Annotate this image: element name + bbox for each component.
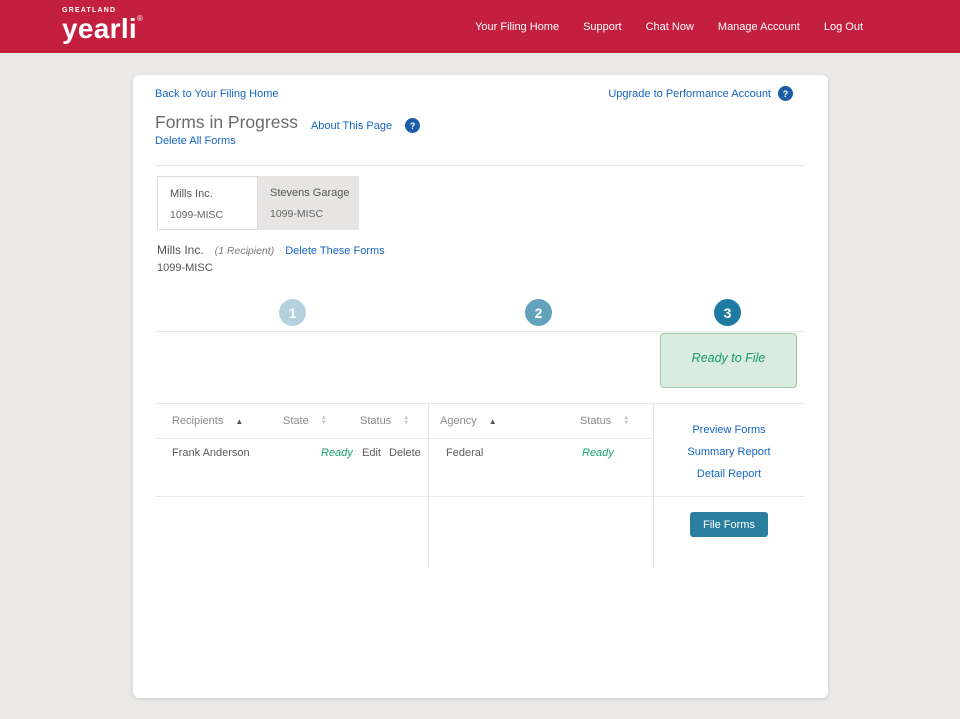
column-divider bbox=[428, 403, 429, 568]
registered-mark: ® bbox=[137, 14, 143, 23]
sort-asc-icon: ▲ bbox=[235, 417, 243, 426]
column-label: Recipients bbox=[172, 415, 223, 427]
edit-recipient-link[interactable]: Edit bbox=[362, 447, 381, 459]
step-2-badge: 2 bbox=[525, 299, 552, 326]
ready-to-file-banner: Ready to File bbox=[660, 333, 797, 388]
sort-icon: ▲ ▼ bbox=[623, 416, 629, 426]
delete-recipient-link[interactable]: Delete bbox=[389, 447, 421, 459]
row-divider bbox=[155, 496, 805, 497]
nav-support[interactable]: Support bbox=[583, 21, 622, 33]
title-row: Forms in Progress About This Page ? bbox=[155, 111, 420, 133]
nav-your-filing-home[interactable]: Your Filing Home bbox=[475, 21, 559, 33]
upgrade-performance-link[interactable]: Upgrade to Performance Account bbox=[608, 88, 771, 100]
header-underline bbox=[155, 438, 653, 439]
column-header-state[interactable]: State ▲ ▼ bbox=[283, 415, 327, 427]
help-icon[interactable]: ? bbox=[405, 118, 420, 133]
tab-stevens-garage[interactable]: Stevens Garage 1099-MISC bbox=[258, 176, 359, 230]
back-to-filing-home-link[interactable]: Back to Your Filing Home bbox=[155, 88, 279, 100]
agency-name: Federal bbox=[446, 447, 483, 459]
nav-chat-now[interactable]: Chat Now bbox=[646, 21, 694, 33]
column-header-status[interactable]: Status ▲ ▼ bbox=[360, 415, 409, 427]
forms-in-progress-card: Back to Your Filing Home Upgrade to Perf… bbox=[133, 75, 828, 698]
page-title: Forms in Progress bbox=[155, 112, 298, 133]
summary-report-link[interactable]: Summary Report bbox=[653, 446, 805, 458]
column-label: Status bbox=[580, 415, 611, 427]
preview-forms-link[interactable]: Preview Forms bbox=[653, 424, 805, 436]
caret-down-icon: ▼ bbox=[321, 421, 327, 426]
yearli-logo[interactable]: GREATLAND yearli® bbox=[62, 7, 143, 43]
divider bbox=[155, 331, 805, 332]
column-label: Status bbox=[360, 415, 391, 427]
delete-these-forms-link[interactable]: Delete These Forms bbox=[285, 245, 384, 257]
sort-icon: ▲ ▼ bbox=[403, 416, 409, 426]
column-header-agency-status[interactable]: Status ▲ ▼ bbox=[580, 415, 629, 427]
tab-company-label: Mills Inc. bbox=[170, 188, 257, 200]
company-name: Mills Inc. bbox=[157, 243, 204, 257]
top-nav: Your Filing Home Support Chat Now Manage… bbox=[475, 0, 863, 53]
caret-down-icon: ▼ bbox=[403, 421, 409, 426]
detail-report-link[interactable]: Detail Report bbox=[653, 468, 805, 480]
step-1-badge: 1 bbox=[279, 299, 306, 326]
tab-form-label: 1099-MISC bbox=[270, 208, 359, 220]
recipient-name: Frank Anderson bbox=[172, 447, 250, 459]
column-header-recipients[interactable]: Recipients ▲ bbox=[172, 415, 243, 427]
payer-tabs: Mills Inc. 1099-MISC Stevens Garage 1099… bbox=[157, 176, 359, 230]
sort-asc-icon: ▲ bbox=[489, 417, 497, 426]
help-icon[interactable]: ? bbox=[778, 86, 793, 101]
agency-status: Ready bbox=[582, 447, 614, 459]
column-header-agency[interactable]: Agency ▲ bbox=[440, 415, 497, 427]
nav-manage-account[interactable]: Manage Account bbox=[718, 21, 800, 33]
brand-yearli-label: yearli bbox=[62, 13, 137, 44]
selected-company-row: Mills Inc. (1 Recipient) Delete These Fo… bbox=[157, 243, 385, 257]
recipient-status: Ready bbox=[321, 447, 353, 459]
column-label: Agency bbox=[440, 415, 477, 427]
step-3-badge: 3 bbox=[714, 299, 741, 326]
caret-down-icon: ▼ bbox=[623, 421, 629, 426]
about-this-page-link[interactable]: About This Page bbox=[311, 120, 392, 132]
column-label: State bbox=[283, 415, 309, 427]
top-header: GREATLAND yearli® Your Filing Home Suppo… bbox=[0, 0, 960, 53]
tab-form-label: 1099-MISC bbox=[170, 209, 257, 221]
divider bbox=[155, 165, 805, 166]
delete-all-forms-link[interactable]: Delete All Forms bbox=[155, 135, 236, 147]
table-top-border bbox=[155, 403, 805, 404]
form-type-label: 1099-MISC bbox=[157, 262, 213, 274]
file-forms-button[interactable]: File Forms bbox=[690, 512, 768, 537]
sort-icon: ▲ ▼ bbox=[321, 416, 327, 426]
recipient-count: (1 Recipient) bbox=[215, 245, 275, 257]
nav-log-out[interactable]: Log Out bbox=[824, 21, 863, 33]
tab-company-label: Stevens Garage bbox=[270, 187, 359, 199]
tab-mills-inc[interactable]: Mills Inc. 1099-MISC bbox=[157, 176, 258, 230]
upgrade-row: Upgrade to Performance Account ? bbox=[608, 86, 793, 101]
